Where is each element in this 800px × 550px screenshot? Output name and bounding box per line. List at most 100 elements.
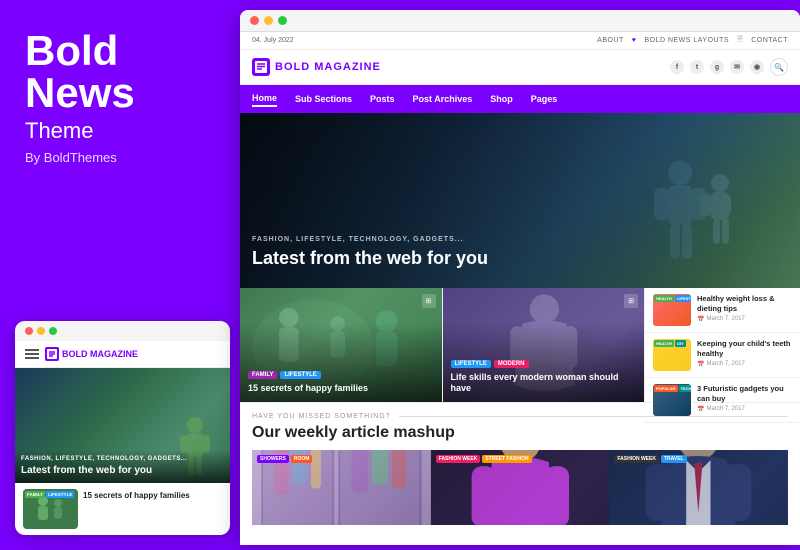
sa3-image: POPULAR TECH TIPS	[653, 384, 691, 416]
top-nav-contact[interactable]: CONTACT	[751, 37, 788, 44]
sa3-tags: POPULAR TECH TIPS	[654, 385, 691, 392]
sa1-content: Healthy weight loss & dieting tips 📅 Mar…	[697, 294, 792, 323]
sa2-date-text: March 7, 2017	[706, 361, 744, 367]
bottom-img-2[interactable]: FASHION WEEK STREET FASHION	[431, 450, 610, 525]
bi1-tag2: ROOM	[291, 455, 313, 463]
sa2-image: HEALTH DIY	[653, 339, 691, 371]
bottom-img-3[interactable]: FASHION WEEK TRAVEL	[609, 450, 788, 525]
mobile-hero-section: FASHION, LIFESTYLE, TECHNOLOGY, GADGETS.…	[15, 368, 230, 483]
mobile-dot-yellow	[37, 327, 45, 335]
mobile-card-tags: FAMILY LIFESTYLE	[25, 491, 74, 498]
sa2-title: Keeping your child's teeth healthy	[697, 339, 792, 359]
nav-shop[interactable]: Shop	[490, 92, 513, 106]
nav-subsections[interactable]: Sub Sections	[295, 92, 352, 106]
bi3-tag1: FASHION WEEK	[614, 455, 659, 463]
sa2-tag-health: HEALTH	[654, 340, 674, 347]
search-icon[interactable]: 🔍	[770, 58, 788, 76]
nav-post-archives[interactable]: Post Archives	[413, 92, 473, 106]
mobile-hero-category: FASHION, LIFESTYLE, TECHNOLOGY, GADGETS.…	[21, 456, 187, 462]
sa3-date-text: March 7, 2017	[706, 406, 744, 412]
site-logo-text: BOLD MAGAZINE	[275, 61, 381, 73]
sa3-title: 3 Futuristic gadgets you can buy	[697, 384, 792, 404]
mobile-window-controls	[15, 321, 230, 341]
mobile-preview: BOLD MAGAZINE	[15, 321, 230, 535]
brand-subtitle: Theme	[25, 118, 220, 144]
fc1-title: 15 secrets of happy families	[248, 383, 434, 394]
social-email-icon[interactable]: ✉	[730, 60, 744, 74]
site-nav: Home Sub Sections Posts Post Archives Sh…	[240, 85, 800, 113]
sa1-title: Healthy weight loss & dieting tips	[697, 294, 792, 314]
fc1-content: FAMILY LIFESTYLE 15 secrets of happy fam…	[248, 371, 434, 394]
nav-posts[interactable]: Posts	[370, 92, 395, 106]
nav-pages[interactable]: Pages	[531, 92, 558, 106]
bi2-tag2: STREET FASHION	[482, 455, 531, 463]
browser-chrome	[240, 10, 800, 32]
sa1-tags: HEALTH LIFESTYLE MODERN	[654, 295, 691, 302]
hero-section: FASHION, LIFESTYLE, TECHNOLOGY, GADGETS.…	[240, 113, 800, 288]
brand-title-line1: Bold	[25, 30, 220, 72]
sa1-tag-health: HEALTH	[654, 295, 674, 302]
top-nav-about[interactable]: ABOUT	[597, 37, 624, 44]
hero-content: FASHION, LIFESTYLE, TECHNOLOGY, GADGETS.…	[252, 236, 488, 270]
bottom-img-1[interactable]: SHOWERS ROOM	[252, 450, 431, 525]
mobile-card-title: 15 secrets of happy families	[83, 491, 222, 501]
sa1-date: 📅 March 7, 2017	[697, 316, 792, 323]
fc2-content: LIFESTYLE MODERN Life skills every moder…	[451, 360, 637, 394]
calendar-icon-2: 📅	[697, 361, 704, 368]
fc2-image-icon: ⊞	[624, 294, 638, 308]
sa3-content: 3 Futuristic gadgets you can buy 📅 March…	[697, 384, 792, 413]
feature-cards: FAMILY LIFESTYLE 15 secrets of happy fam…	[240, 288, 645, 402]
left-panel: Bold News Theme By BoldThemes BOLD MAGAZ…	[0, 0, 245, 550]
hamburger-icon	[25, 349, 39, 359]
bi3-tags: FASHION WEEK TRAVEL	[614, 455, 686, 463]
mobile-dot-red	[25, 327, 33, 335]
top-nav-bold[interactable]: BOLD NEWS LAYOUTS	[644, 37, 729, 44]
site-header-icons: f t g ✉ ◉ 🔍	[670, 58, 788, 76]
mashup-label-text: HAVE YOU MISSED SOMETHING?	[252, 413, 391, 420]
bi2-tags: FASHION WEEK STREET FASHION	[436, 455, 532, 463]
fc1-tag1: FAMILY	[248, 371, 277, 379]
bi2-tag1: FASHION WEEK	[436, 455, 481, 463]
social-rss-icon[interactable]: ◉	[750, 60, 764, 74]
site-logo: BOLD MAGAZINE	[252, 58, 381, 76]
brand-by: By BoldThemes	[25, 150, 220, 165]
sidebar-article-2[interactable]: HEALTH DIY Keeping your child's teeth he…	[645, 333, 800, 378]
mobile-card-tag1: FAMILY	[25, 491, 45, 498]
website-content: 04. July 2022 ABOUT ♥ BOLD NEWS LAYOUTS …	[240, 32, 800, 545]
mobile-card: FAMILY LIFESTYLE 15 secrets of happy fam…	[23, 489, 222, 529]
mobile-card-content: 15 secrets of happy families	[83, 489, 222, 501]
sa3-date: 📅 March 7, 2017	[697, 406, 792, 413]
feature-card-1[interactable]: FAMILY LIFESTYLE 15 secrets of happy fam…	[240, 288, 443, 402]
sa2-tags: HEALTH DIY	[654, 340, 686, 347]
social-facebook-icon[interactable]: f	[670, 60, 684, 74]
bottom-images: SHOWERS ROOM	[252, 450, 788, 525]
fc2-tags: LIFESTYLE MODERN	[451, 360, 637, 368]
calendar-icon-3: 📅	[697, 406, 704, 413]
fc2-tag1: LIFESTYLE	[451, 360, 491, 368]
mashup-title: Our weekly article mashup	[252, 424, 788, 442]
sidebar-article-1[interactable]: HEALTH LIFESTYLE MODERN Healthy weight l…	[645, 288, 800, 333]
fc1-image-icon: ⊞	[422, 294, 436, 308]
mobile-dot-green	[49, 327, 57, 335]
hero-title: Latest from the web for you	[252, 248, 488, 270]
social-google-icon[interactable]: g	[710, 60, 724, 74]
sa1-date-text: March 7, 2017	[706, 316, 744, 322]
sa2-date: 📅 March 7, 2017	[697, 361, 792, 368]
calendar-icon: 📅	[697, 316, 704, 323]
brand-title-line2: News	[25, 72, 220, 114]
sa2-tag-diy: DIY	[675, 340, 686, 347]
site-logo-icon	[252, 58, 270, 76]
bi1-tag1: SHOWERS	[257, 455, 289, 463]
site-top-bar: 04. July 2022 ABOUT ♥ BOLD NEWS LAYOUTS …	[240, 32, 800, 50]
browser-dot-red	[250, 16, 259, 25]
mobile-hero-overlay: FASHION, LIFESTYLE, TECHNOLOGY, GADGETS.…	[15, 450, 230, 483]
nav-home[interactable]: Home	[252, 91, 277, 107]
brand-title: Bold News	[25, 30, 220, 114]
sa1-tag-lifestyle: LIFESTYLE	[675, 295, 691, 302]
fc1-tags: FAMILY LIFESTYLE	[248, 371, 434, 379]
sa2-content: Keeping your child's teeth healthy 📅 Mar…	[697, 339, 792, 368]
mobile-logo-icon	[45, 347, 59, 361]
social-twitter-icon[interactable]: t	[690, 60, 704, 74]
mobile-hero-tags: FASHION, LIFESTYLE, TECHNOLOGY, GADGETS.…	[21, 456, 224, 462]
feature-card-2[interactable]: LIFESTYLE MODERN Life skills every moder…	[443, 288, 646, 402]
